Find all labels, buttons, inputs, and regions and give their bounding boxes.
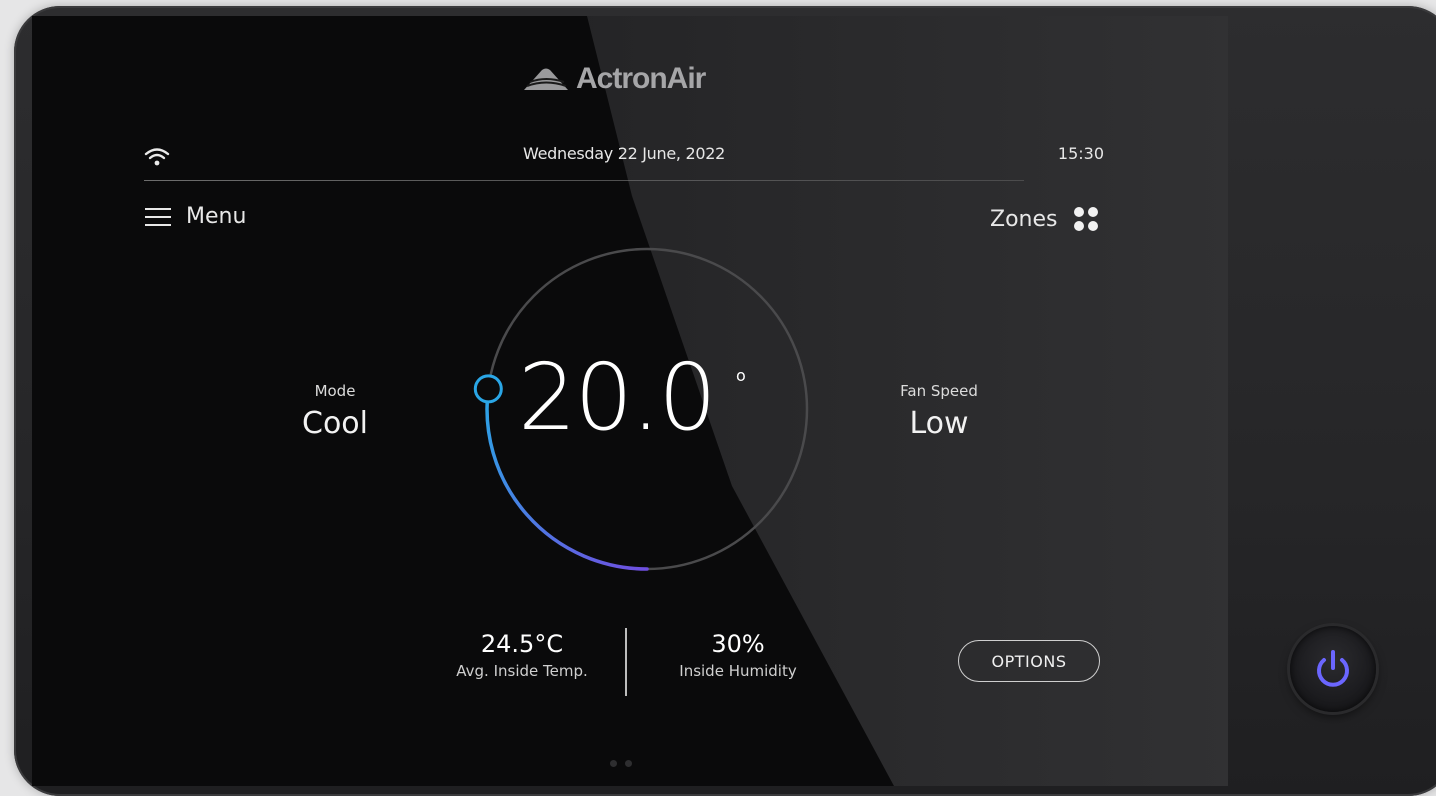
- humidity-label: Inside Humidity: [679, 662, 797, 680]
- menu-button[interactable]: Menu: [144, 204, 246, 229]
- options-button[interactable]: OPTIONS: [958, 640, 1100, 682]
- setpoint-temperature: 20.0: [518, 344, 717, 451]
- menu-label: Menu: [186, 204, 247, 229]
- brand-logo: ActronAir: [522, 62, 706, 96]
- avg-temp-value: 24.5°C: [480, 630, 564, 658]
- fan-speed-control[interactable]: Fan Speed Low: [849, 382, 1029, 441]
- status-date: Wednesday 22 June, 2022: [523, 144, 725, 163]
- page-dot[interactable]: [610, 760, 617, 767]
- mode-label: Mode: [314, 382, 356, 400]
- zones-label: Zones: [990, 206, 1058, 232]
- fan-speed-label: Fan Speed: [900, 382, 978, 400]
- thermostat-device: ActronAir Wednesday 22 June, 2022 15:30 …: [14, 6, 1436, 796]
- fan-speed-value: Low: [909, 406, 969, 441]
- touch-screen: ActronAir Wednesday 22 June, 2022 15:30 …: [32, 16, 1228, 786]
- page-indicator: [610, 760, 632, 767]
- hamburger-icon: [145, 207, 171, 226]
- header-divider: [144, 180, 1024, 181]
- zones-button[interactable]: Zones: [990, 204, 1101, 234]
- degree-symbol: o: [736, 366, 746, 385]
- avg-inside-temp: 24.5°C Avg. Inside Temp.: [442, 630, 602, 680]
- avg-temp-label: Avg. Inside Temp.: [456, 662, 588, 680]
- power-button[interactable]: [1290, 626, 1376, 712]
- zones-grid-icon: [1074, 207, 1099, 231]
- mode-value: Cool: [302, 406, 368, 441]
- status-bar: Wednesday 22 June, 2022 15:30: [144, 142, 1104, 176]
- page-dot[interactable]: [625, 760, 632, 767]
- mode-control[interactable]: Mode Cool: [245, 382, 425, 441]
- power-icon: [1317, 650, 1349, 687]
- brand-name: ActronAir: [576, 62, 706, 95]
- actronair-logo-icon: [524, 68, 568, 90]
- humidity-value: 30%: [711, 630, 765, 658]
- inside-humidity: 30% Inside Humidity: [658, 630, 818, 680]
- stats-divider: [625, 628, 627, 696]
- status-time: 15:30: [1057, 144, 1104, 163]
- dial-handle[interactable]: [473, 374, 503, 404]
